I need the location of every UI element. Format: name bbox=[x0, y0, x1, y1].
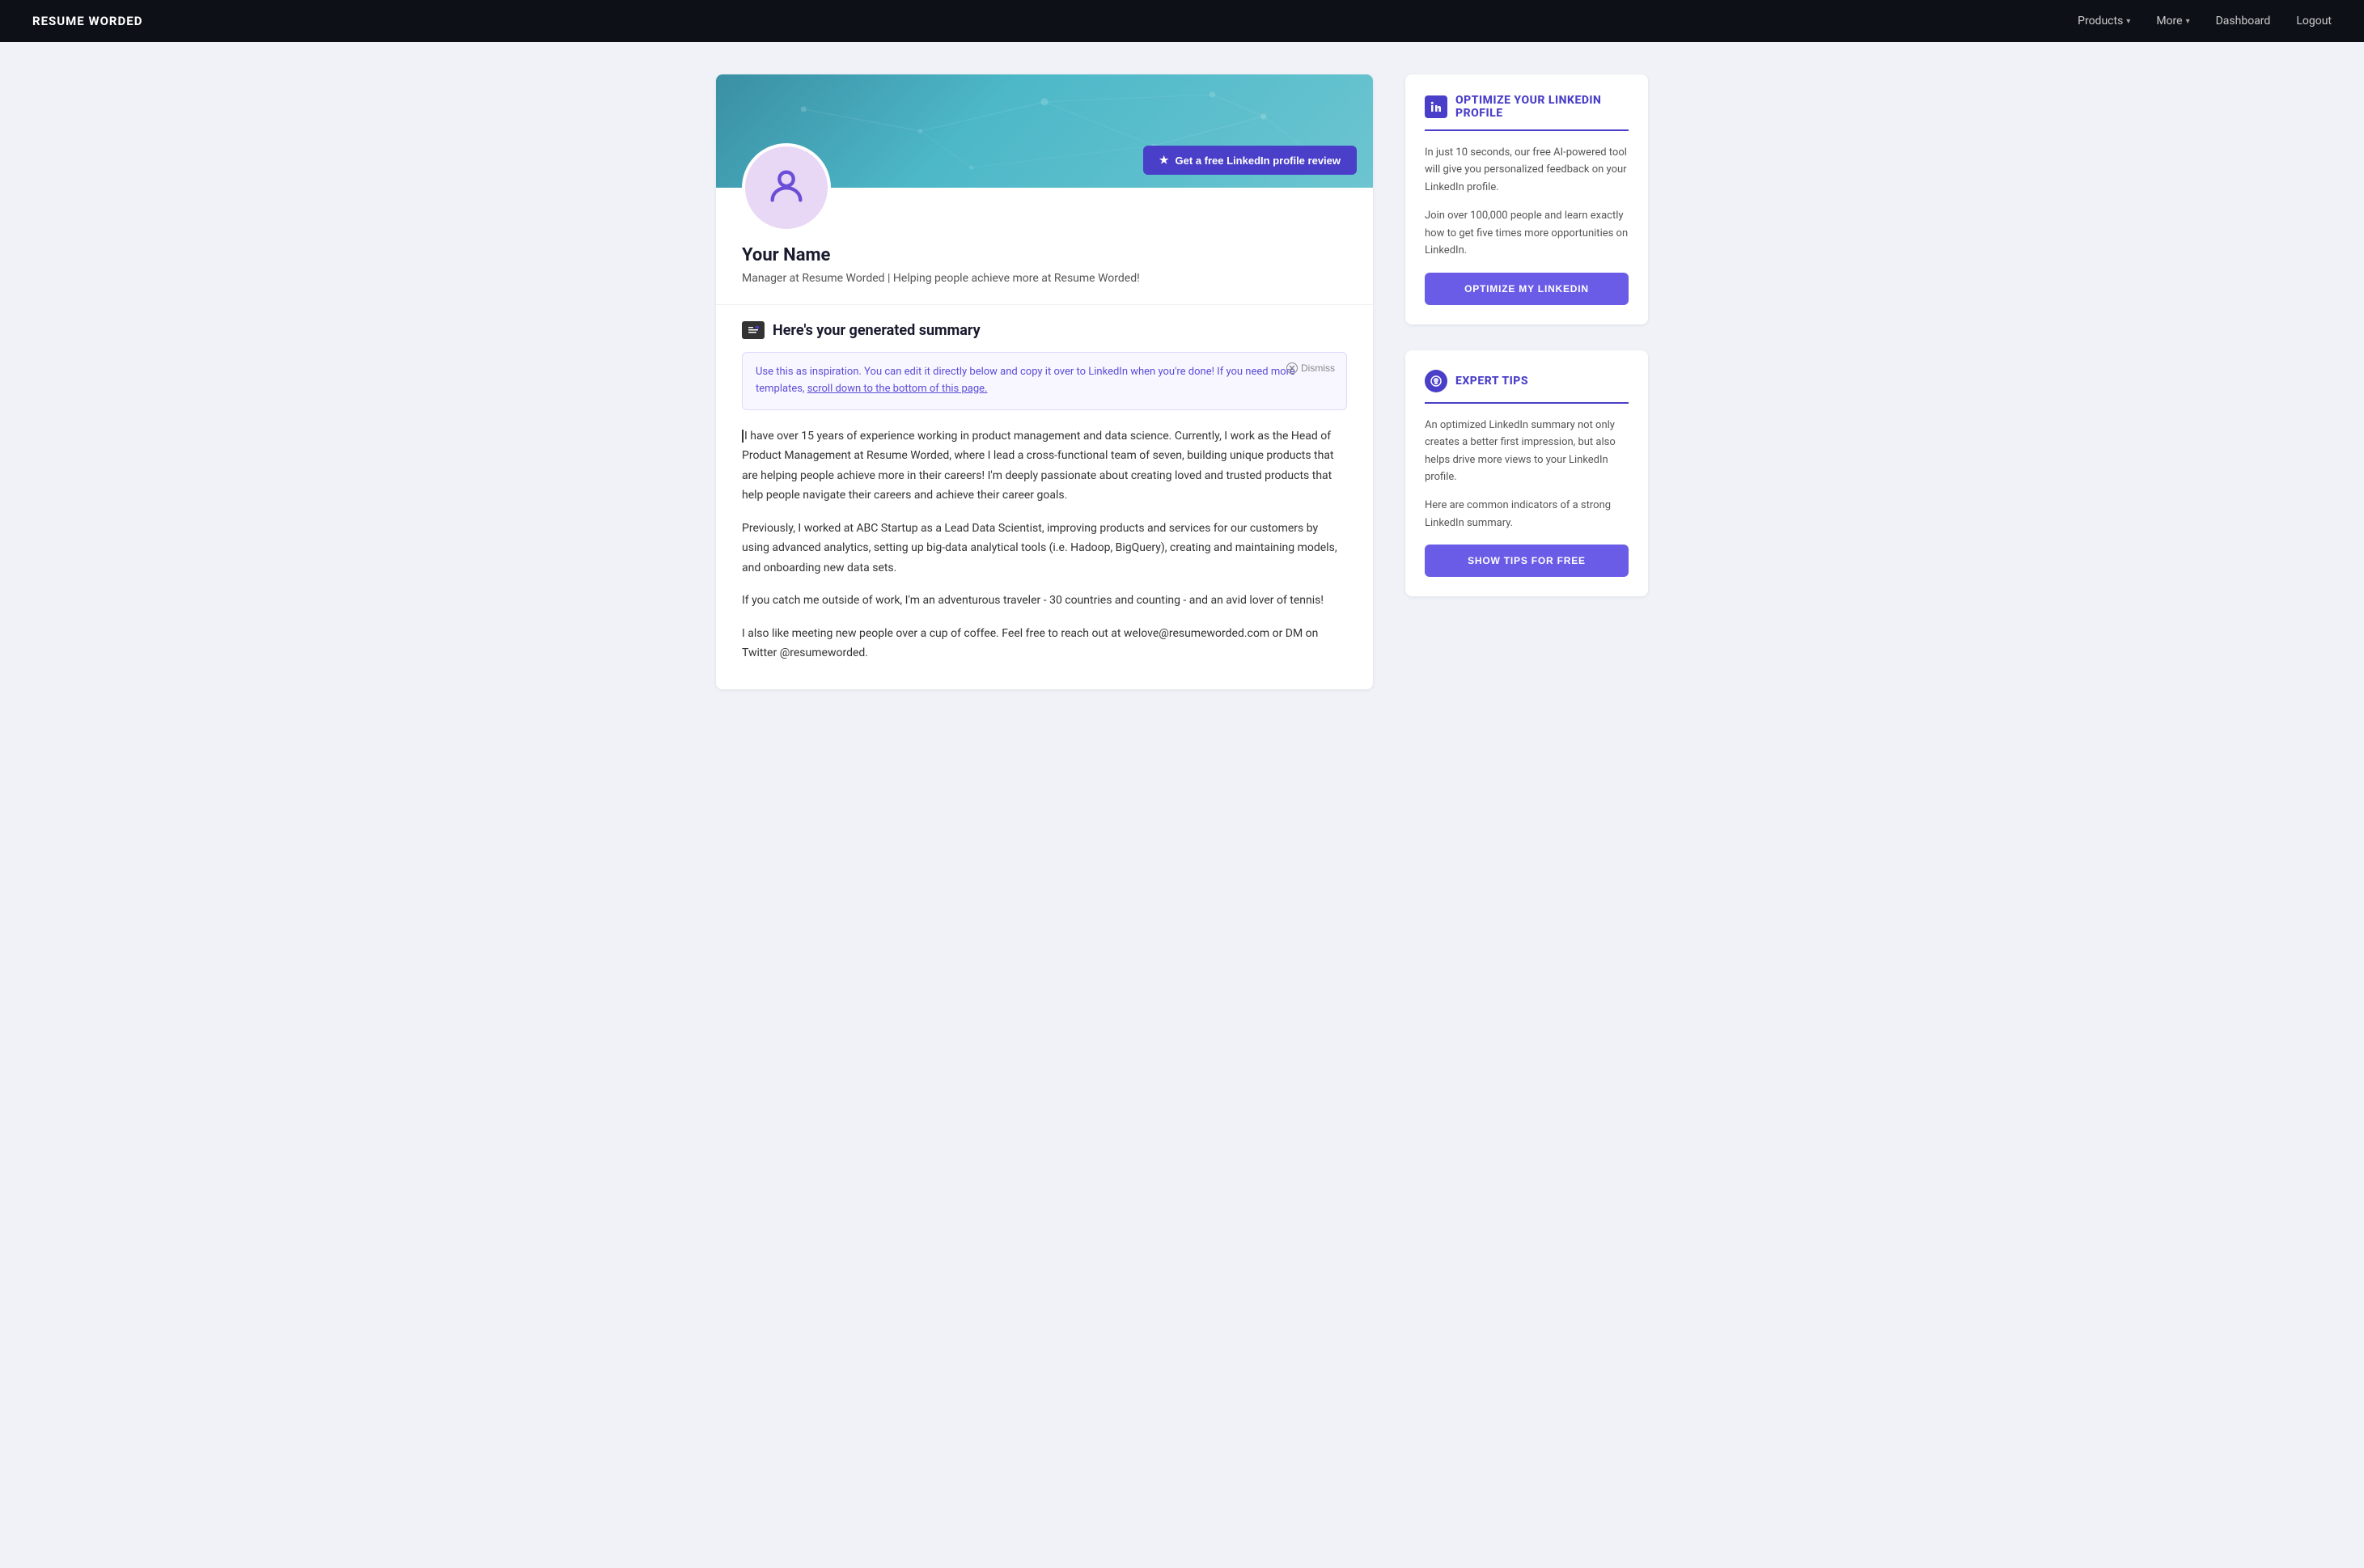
main-card: ★ Get a free LinkedIn profile review You… bbox=[716, 74, 1373, 689]
avatar-wrapper bbox=[742, 143, 831, 232]
navbar: RESUME WORDED Products ▾ More ▾ Dashboar… bbox=[0, 0, 2364, 42]
optimize-widget-title: OPTIMIZE YOUR LINKEDIN PROFILE bbox=[1455, 94, 1629, 120]
brain-icon bbox=[1425, 370, 1447, 392]
star-icon: ★ bbox=[1159, 154, 1169, 167]
card-icon bbox=[742, 321, 765, 339]
optimize-widget-header: OPTIMIZE YOUR LINKEDIN PROFILE bbox=[1425, 94, 1629, 120]
more-menu[interactable]: More ▾ bbox=[2156, 15, 2189, 28]
summary-para-2: Previously, I worked at ABC Startup as a… bbox=[742, 519, 1347, 578]
logo: RESUME WORDED bbox=[32, 14, 142, 28]
optimize-widget: OPTIMIZE YOUR LINKEDIN PROFILE In just 1… bbox=[1405, 74, 1648, 324]
get-review-button[interactable]: ★ Get a free LinkedIn profile review bbox=[1143, 146, 1357, 175]
profile-headline: Manager at Resume Worded | Helping peopl… bbox=[742, 272, 1347, 285]
summary-para-4: I also like meeting new people over a cu… bbox=[742, 624, 1347, 663]
optimize-divider bbox=[1425, 129, 1629, 131]
optimize-button[interactable]: OPTIMIZE MY LINKEDIN bbox=[1425, 273, 1629, 305]
dashboard-link[interactable]: Dashboard bbox=[2216, 15, 2271, 28]
products-menu[interactable]: Products ▾ bbox=[2078, 15, 2130, 28]
logout-link[interactable]: Logout bbox=[2296, 15, 2332, 28]
dismiss-button[interactable]: Dismiss bbox=[1286, 362, 1335, 374]
person-icon bbox=[765, 165, 807, 210]
linkedin-icon bbox=[1425, 95, 1447, 118]
tips-widget: EXPERT TIPS An optimized LinkedIn summar… bbox=[1405, 350, 1648, 597]
scroll-link[interactable]: scroll down to the bottom of this page. bbox=[807, 383, 988, 395]
profile-name: Your Name bbox=[742, 245, 1347, 265]
tips-widget-title: EXPERT TIPS bbox=[1455, 375, 1528, 388]
tips-button[interactable]: SHOW TIPS FOR FREE bbox=[1425, 545, 1629, 577]
tip-box: Use this as inspiration. You can edit it… bbox=[742, 352, 1347, 410]
dismiss-circle-icon bbox=[1286, 362, 1298, 374]
optimize-desc-1: In just 10 seconds, our free AI-powered … bbox=[1425, 144, 1629, 196]
products-chevron-icon: ▾ bbox=[2126, 17, 2130, 26]
page-wrapper: ★ Get a free LinkedIn profile review You… bbox=[697, 42, 1667, 722]
tips-desc-1: An optimized LinkedIn summary not only c… bbox=[1425, 417, 1629, 486]
tips-desc-2: Here are common indicators of a strong L… bbox=[1425, 497, 1629, 532]
summary-text[interactable]: I have over 15 years of experience worki… bbox=[742, 426, 1347, 663]
text-cursor bbox=[742, 430, 744, 443]
avatar bbox=[742, 143, 831, 232]
more-chevron-icon: ▾ bbox=[2186, 17, 2190, 26]
summary-section: Here's your generated summary Use this a… bbox=[716, 304, 1373, 689]
summary-title: Here's your generated summary bbox=[773, 322, 981, 339]
summary-header: Here's your generated summary bbox=[742, 305, 1347, 352]
tips-divider bbox=[1425, 402, 1629, 404]
summary-para-3: If you catch me outside of work, I'm an … bbox=[742, 591, 1347, 611]
optimize-desc-2: Join over 100,000 people and learn exact… bbox=[1425, 207, 1629, 259]
nav-items: Products ▾ More ▾ Dashboard Logout bbox=[2078, 15, 2332, 28]
profile-info: Your Name Manager at Resume Worded | Hel… bbox=[716, 232, 1373, 304]
sidebar: OPTIMIZE YOUR LINKEDIN PROFILE In just 1… bbox=[1405, 74, 1648, 596]
tip-text: Use this as inspiration. You can edit it… bbox=[756, 364, 1333, 398]
tips-widget-header: EXPERT TIPS bbox=[1425, 370, 1629, 392]
summary-para-1: I have over 15 years of experience worki… bbox=[742, 426, 1347, 506]
